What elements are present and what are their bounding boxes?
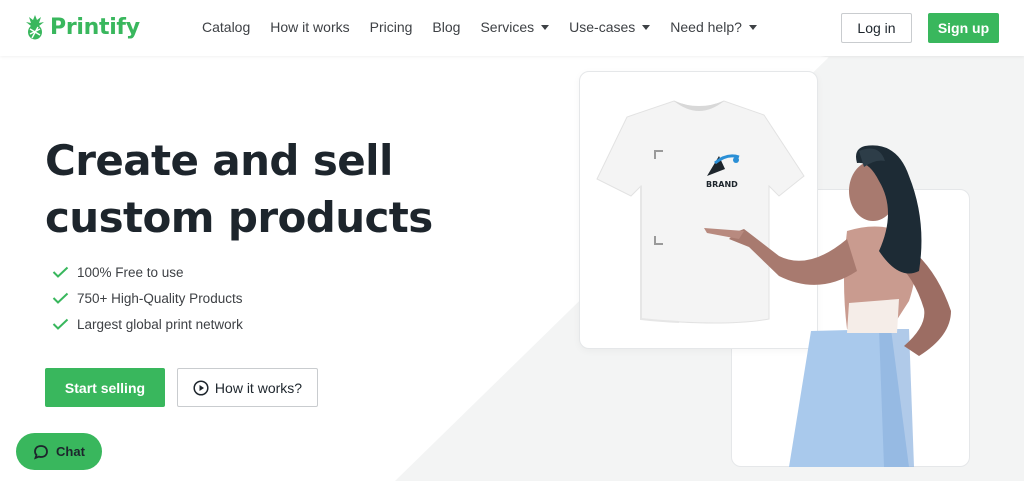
pineapple-logo-icon: [26, 15, 44, 40]
nav-label: Pricing: [369, 19, 413, 35]
nav-use-cases[interactable]: Use-cases: [569, 19, 651, 35]
nav-label: Need help?: [670, 19, 742, 35]
chat-label: Chat: [56, 444, 85, 459]
nav-label: Use-cases: [569, 19, 636, 35]
hero-headline: Create and sell custom products: [45, 132, 433, 246]
nav-label: Catalog: [202, 19, 251, 35]
chat-button[interactable]: Chat: [16, 433, 102, 470]
checkmark-icon: [52, 318, 69, 330]
feature-item: Largest global print network: [52, 311, 243, 337]
main-nav: Catalog How it works Pricing Blog Servic…: [202, 19, 777, 35]
how-it-works-button[interactable]: How it works?: [177, 368, 318, 407]
nav-blog[interactable]: Blog: [432, 19, 460, 35]
nav-need-help[interactable]: Need help?: [670, 19, 757, 35]
nav-how-it-works[interactable]: How it works: [270, 19, 349, 35]
headline-line: custom products: [45, 193, 433, 242]
hero-illustration: BRAND: [596, 100, 951, 467]
nav-label: Blog: [432, 19, 461, 35]
caret-down-icon: [748, 24, 757, 30]
checkmark-icon: [52, 266, 69, 278]
feature-text: 100% Free to use: [77, 264, 184, 280]
caret-down-icon: [541, 24, 550, 30]
start-selling-button[interactable]: Start selling: [45, 368, 165, 407]
nav-pricing[interactable]: Pricing: [370, 19, 413, 35]
logo-wordmark: Printify: [50, 14, 140, 40]
brand-text: BRAND: [706, 180, 738, 189]
login-button[interactable]: Log in: [841, 13, 912, 43]
nav-label: How it works: [270, 19, 350, 35]
play-circle-icon: [193, 379, 209, 396]
feature-item: 750+ High-Quality Products: [52, 285, 243, 311]
feature-text: 750+ High-Quality Products: [77, 290, 243, 306]
checkmark-icon: [52, 292, 69, 304]
tshirt-image: BRAND: [596, 100, 805, 324]
feature-item: 100% Free to use: [52, 259, 243, 285]
printify-logo[interactable]: Printify: [24, 13, 140, 41]
feature-list: 100% Free to use 750+ High-Quality Produ…: [52, 259, 243, 337]
nav-catalog[interactable]: Catalog: [202, 19, 250, 35]
how-it-works-label: How it works?: [214, 379, 303, 396]
feature-text: Largest global print network: [77, 316, 243, 332]
chat-bubble-icon: [34, 444, 48, 460]
signup-button[interactable]: Sign up: [928, 13, 999, 43]
caret-down-icon: [642, 24, 651, 30]
nav-label: Services: [480, 19, 535, 35]
top-navigation-bar: Printify Catalog How it works Pricing Bl…: [0, 0, 1024, 56]
headline-line: Create and sell: [45, 136, 393, 185]
nav-services[interactable]: Services: [480, 19, 550, 35]
